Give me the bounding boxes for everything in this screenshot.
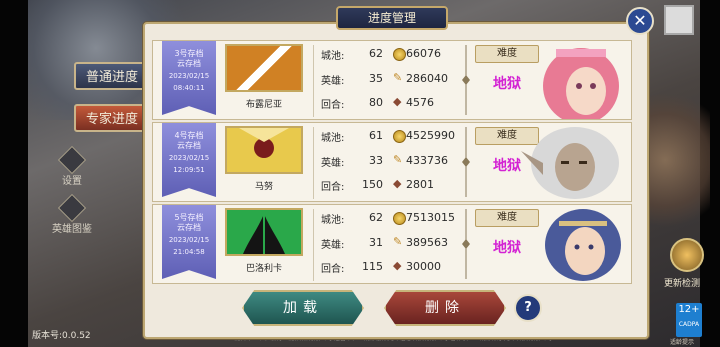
save-slot-5[interactable]: 5号存档 云存档 2023/02/15 21:04:58 巴洛利卡 城池: 62… — [152, 204, 632, 284]
dialog-title: 进度管理 — [336, 6, 448, 30]
ornament-divider — [462, 127, 470, 197]
card-icon: ◆ — [393, 259, 402, 272]
slot-ribbon: 3号存档 云存档 2023/02/15 08:40:11 — [162, 41, 216, 115]
city-count: 62 — [369, 47, 383, 60]
slot-date: 2023/02/15 — [168, 72, 210, 80]
slot-ribbon: 4号存档 云存档 2023/02/15 12:09:51 — [162, 123, 216, 197]
faction-name: 布露尼亚 — [245, 100, 282, 110]
card-amount: 2801 — [406, 178, 434, 191]
gear-icon — [57, 145, 87, 175]
round-count: 115 — [362, 260, 383, 273]
book-icon — [57, 193, 87, 223]
exp-icon: ✎ — [393, 71, 403, 84]
settings-button[interactable]: 设置 — [52, 145, 92, 187]
difficulty-badge: 难度 — [475, 45, 539, 63]
slot-ribbon: 5号存档 云存档 2023/02/15 21:04:58 — [162, 205, 216, 279]
load-button[interactable]: 加载 — [242, 290, 364, 326]
portrait-pink-haired-woman — [543, 48, 619, 119]
exp-amount: 389563 — [406, 236, 448, 249]
slot-name: 3号存档 — [174, 49, 204, 58]
slot-subtitle: 云存档 — [177, 141, 201, 150]
faction-name: 马努 — [254, 182, 273, 192]
gold-icon — [393, 130, 406, 143]
slot-name: 5号存档 — [174, 213, 204, 222]
hero-label: 英雄: — [321, 240, 345, 251]
city-label: 城池: — [321, 215, 345, 226]
portrait-blue-haired-man — [545, 209, 621, 281]
game-scene: 普通进度 专家进度 设置 英雄图鉴 版本号:0.0.52 出版单位：四川数字出版… — [0, 0, 720, 347]
slot-name: 4号存档 — [174, 131, 204, 140]
settings-label: 设置 — [62, 176, 82, 187]
save-slot-4[interactable]: 4号存档 云存档 2023/02/15 12:09:51 马努 城池: 61 4… — [152, 122, 632, 202]
portrait-white-haired-elder — [521, 127, 619, 199]
delete-button[interactable]: 删除 — [384, 290, 506, 326]
save-slot-3[interactable]: 3号存档 云存档 2023/02/15 08:40:11 布露尼亚 城池: 62… — [152, 40, 632, 120]
gold-amount: 66076 — [406, 47, 441, 60]
card-icon: ◆ — [393, 95, 402, 108]
slot-date: 2023/02/15 — [168, 154, 210, 162]
gold-icon — [393, 48, 406, 61]
update-check-icon[interactable] — [670, 238, 704, 272]
city-label: 城池: — [321, 133, 345, 144]
slot-time: 08:40:11 — [173, 84, 205, 92]
round-label: 回合: — [321, 182, 345, 193]
hero-count: 35 — [369, 72, 383, 85]
hero-label: 英雄: — [321, 76, 345, 87]
gold-amount: 4525990 — [406, 129, 455, 142]
round-count: 80 — [369, 96, 383, 109]
faction-name: 巴洛利卡 — [245, 264, 282, 274]
hero-count: 33 — [369, 154, 383, 167]
update-check-label: 更新检测 — [664, 279, 701, 289]
faction-flag — [225, 208, 303, 256]
exp-icon: ✎ — [393, 235, 403, 248]
slot-time: 21:04:58 — [173, 248, 205, 256]
slot-subtitle: 云存档 — [177, 223, 201, 232]
age-rating-badge: 12+ CADPA — [676, 303, 702, 337]
hero-count: 31 — [369, 236, 383, 249]
slot-date: 2023/02/15 — [168, 236, 210, 244]
city-count: 61 — [369, 129, 383, 142]
card-icon: ◆ — [393, 177, 402, 190]
ornament-divider — [462, 209, 470, 279]
player-avatar[interactable] — [664, 5, 694, 35]
difficulty-value: 地狱 — [493, 240, 521, 256]
round-label: 回合: — [321, 264, 345, 275]
gold-icon — [393, 212, 406, 225]
faction-flag — [225, 44, 303, 92]
left-letterbox — [0, 0, 28, 347]
gold-amount: 7513015 — [406, 211, 455, 224]
ornament-divider — [462, 45, 470, 115]
faction-flag — [225, 126, 303, 174]
difficulty-value: 地狱 — [493, 76, 521, 92]
slot-subtitle: 云存档 — [177, 59, 201, 68]
help-icon[interactable]: ? — [514, 294, 542, 322]
round-label: 回合: — [321, 100, 345, 111]
round-count: 150 — [362, 178, 383, 191]
card-amount: 4576 — [406, 96, 434, 109]
city-count: 62 — [369, 211, 383, 224]
divider — [313, 209, 314, 281]
exp-amount: 433736 — [406, 154, 448, 167]
age-rating: 12+ — [678, 304, 700, 315]
city-label: 城池: — [321, 51, 345, 62]
divider — [313, 45, 314, 117]
hero-label: 英雄: — [321, 158, 345, 169]
hero-codex-button[interactable]: 英雄图鉴 — [52, 193, 92, 235]
card-amount: 30000 — [406, 260, 441, 273]
difficulty-badge: 难度 — [475, 209, 539, 227]
age-rating-caption: CADPA — [678, 321, 700, 328]
close-icon[interactable]: ✕ — [626, 7, 654, 35]
hero-codex-label: 英雄图鉴 — [52, 224, 92, 235]
age-note: 适龄提示 — [670, 339, 695, 346]
exp-icon: ✎ — [393, 153, 403, 166]
version-label: 版本号:0.0.52 — [32, 331, 91, 341]
exp-amount: 286040 — [406, 72, 448, 85]
slot-time: 12:09:51 — [173, 166, 205, 174]
divider — [313, 127, 314, 199]
